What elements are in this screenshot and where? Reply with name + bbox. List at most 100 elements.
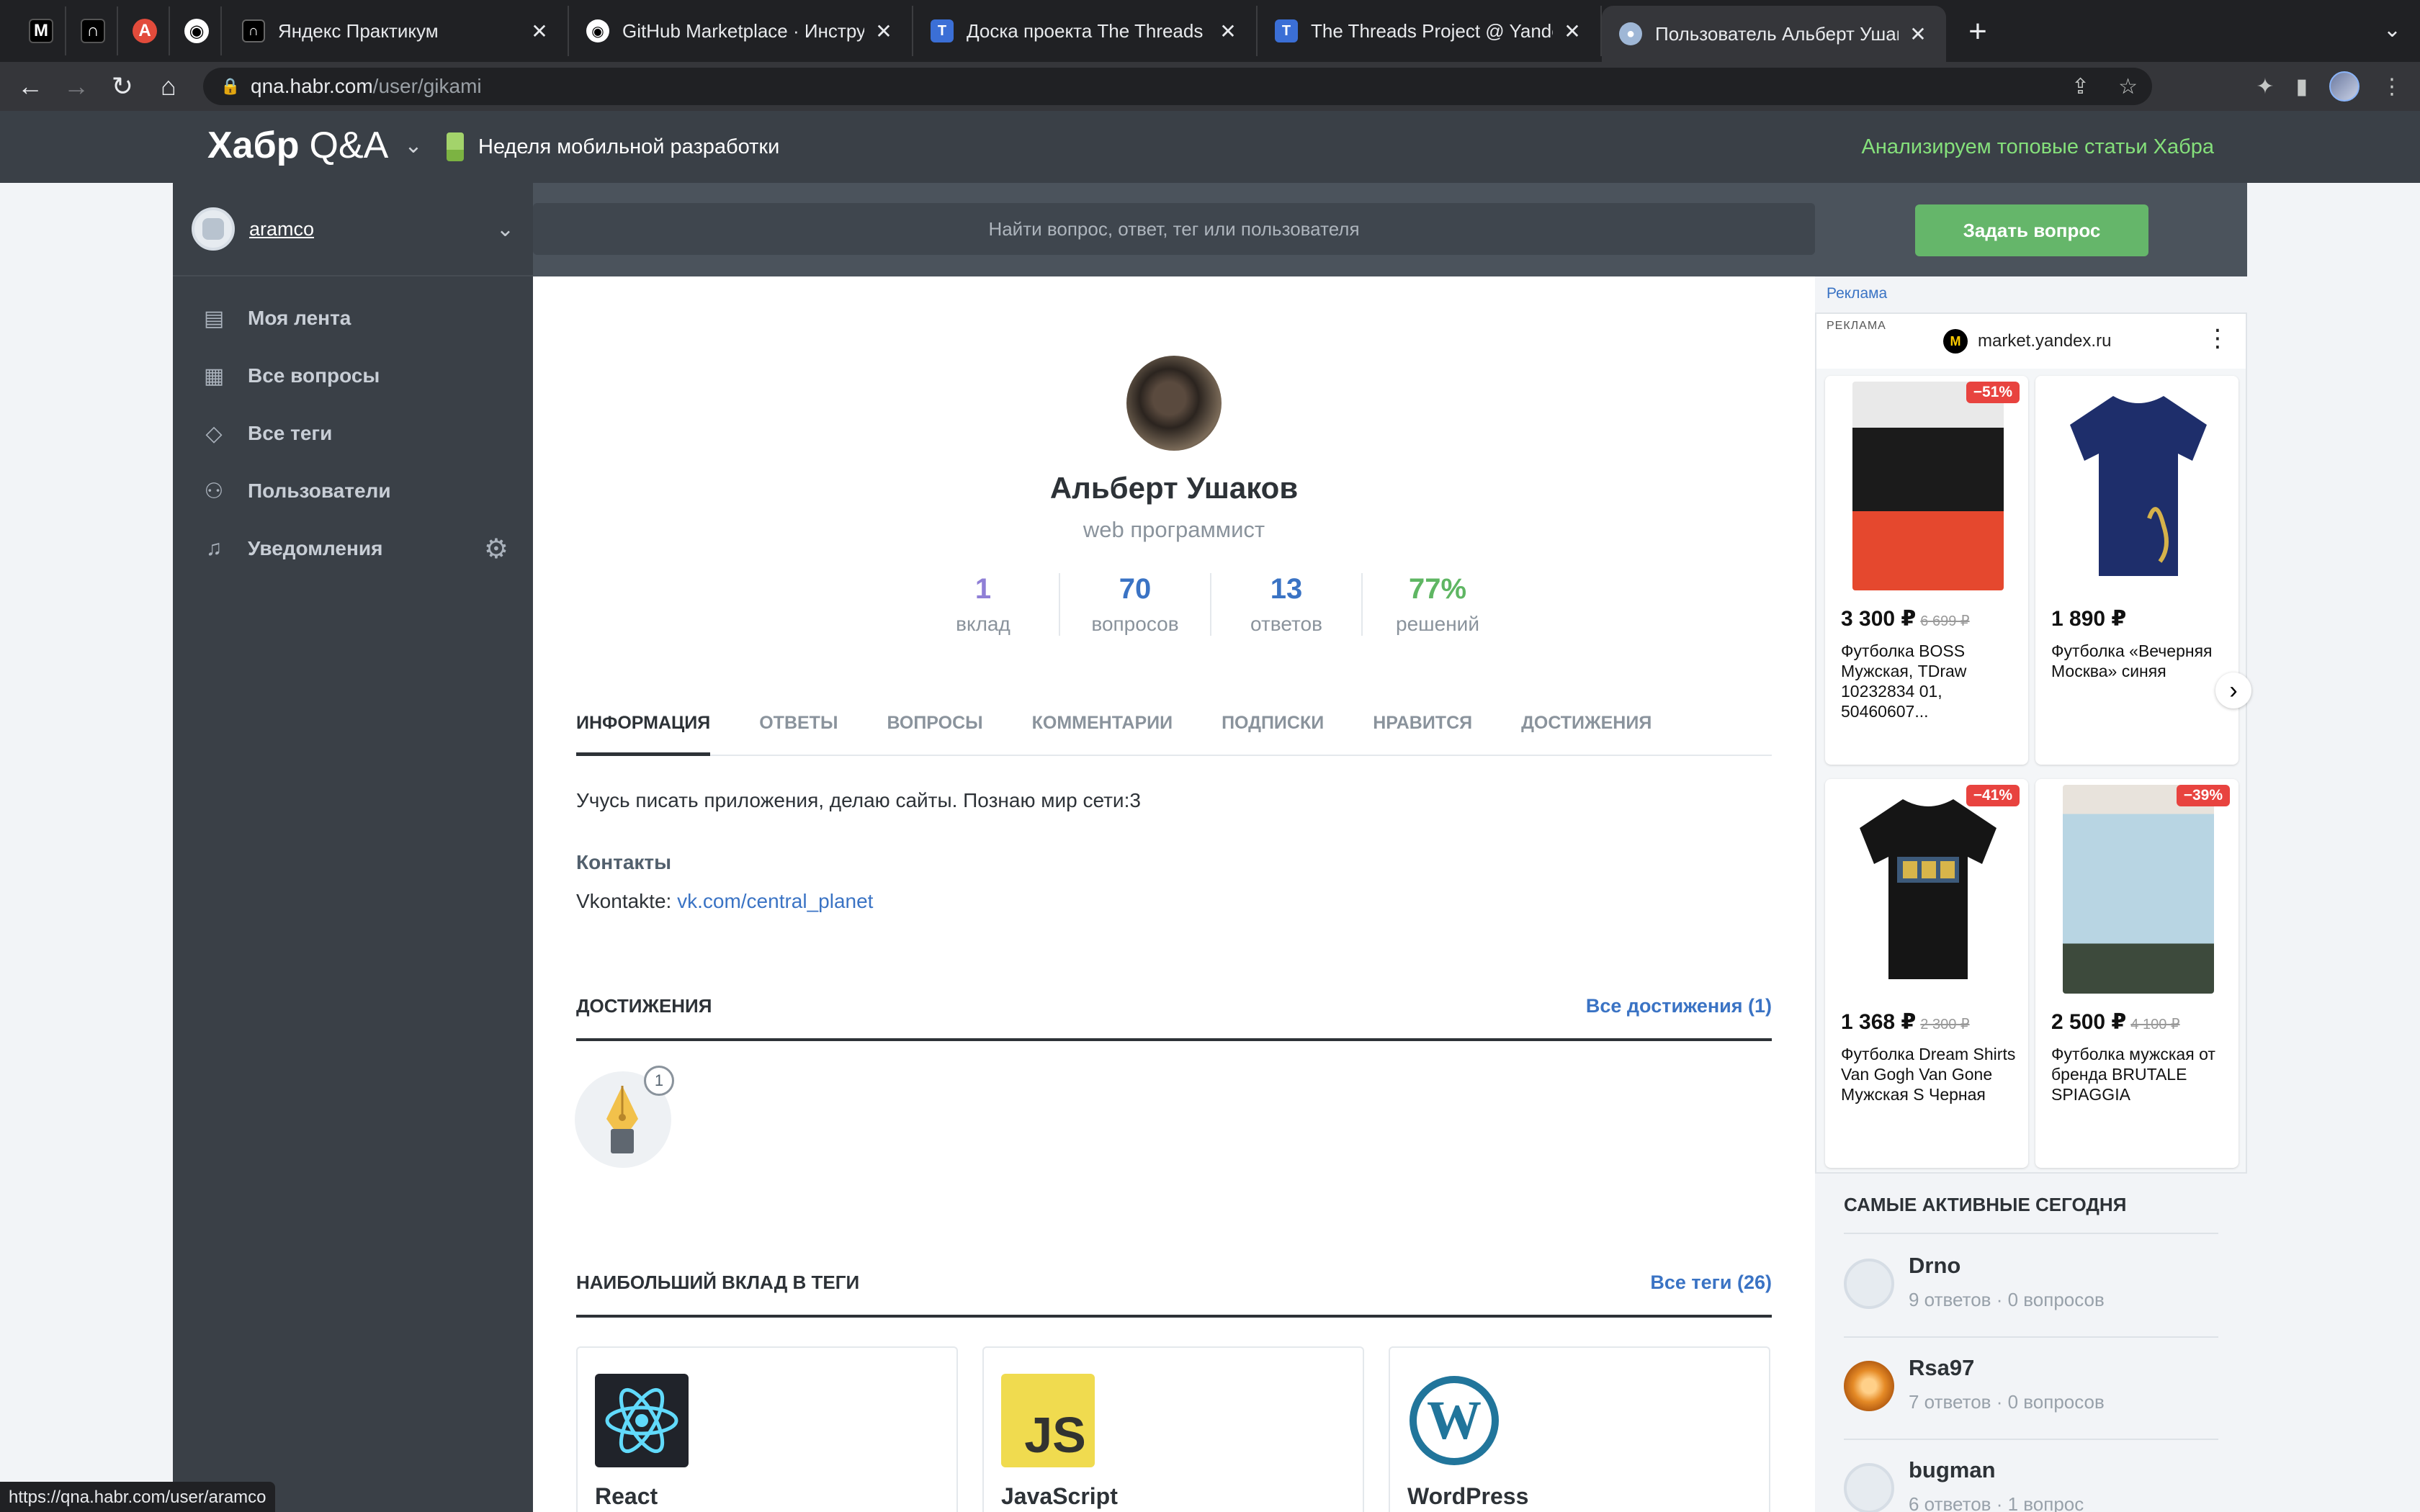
sidebar-item-label: Пользователи	[248, 480, 391, 502]
tab-answers[interactable]: ОТВЕТЫ	[759, 708, 838, 756]
bookmark-star-icon[interactable]: ☆	[2118, 74, 2138, 99]
promo-link[interactable]: Неделя мобильной разработки	[447, 132, 779, 161]
ad-site[interactable]: market.yandex.ru	[1978, 331, 2111, 351]
ad-block[interactable]: РЕКЛАМА M market.yandex.ru ⋮ −51% 3 300 …	[1815, 312, 2251, 1174]
lock-icon: 🔒	[220, 77, 241, 95]
url-path: /user/gikami	[372, 75, 482, 97]
avatar[interactable]	[1844, 1463, 1894, 1512]
ad-product[interactable]: −39% 2 500 ₽4 100 ₽ Футболка мужская от …	[2035, 779, 2238, 1168]
ad-tag: РЕКЛАМА	[1827, 320, 1886, 332]
profile-avatar-icon[interactable]	[2329, 71, 2360, 102]
active-user[interactable]: Drno 9 ответов · 0 вопросов	[1844, 1236, 2218, 1338]
tab-likes[interactable]: НРАВИТСЯ	[1373, 708, 1472, 756]
share-icon[interactable]: ⇪	[2071, 74, 2089, 99]
practicum-icon: ∩	[242, 19, 265, 42]
sidebar-item-users[interactable]: ⚇ Пользователи	[173, 462, 533, 520]
current-username[interactable]: aramco	[249, 218, 496, 240]
tag-card[interactable]: W WordPress	[1389, 1346, 1770, 1512]
sidebar-item-notifications[interactable]: ♫ Уведомления ⚙	[173, 520, 533, 577]
pinned-tab[interactable]: M	[17, 6, 66, 55]
header-right-link[interactable]: Анализируем топовые статьи Хабра	[1862, 135, 2215, 159]
search-input[interactable]: Найти вопрос, ответ, тег или пользовател…	[533, 203, 1815, 255]
ad-product[interactable]: 1 890 ₽ Футболка «Вечерняя Москва» синяя	[2035, 376, 2238, 765]
price-current: 3 300 ₽	[1841, 607, 1917, 631]
threads-icon: T	[1275, 19, 1298, 42]
chevron-down-icon[interactable]: ⌄	[496, 217, 514, 242]
stat-contribution[interactable]: 1 вклад	[908, 573, 1059, 636]
product-price: 3 300 ₽6 699 ₽	[1841, 606, 1970, 631]
close-icon[interactable]: ✕	[1561, 20, 1583, 42]
url-text: qna.habr.com/user/gikami	[251, 75, 482, 98]
product-price: 1 368 ₽2 300 ₽	[1841, 1009, 1970, 1035]
ask-question-button[interactable]: Задать вопрос	[1915, 204, 2148, 256]
extensions-icon[interactable]: ✦	[2256, 74, 2274, 99]
ad-product[interactable]: −51% 3 300 ₽6 699 ₽ Футболка BOSS Мужска…	[1825, 376, 2028, 765]
tag-name: WordPress	[1407, 1483, 1529, 1509]
browser-tab[interactable]: ◉ GitHub Marketplace · Инструм ✕	[569, 6, 913, 56]
sidebar-item-feed[interactable]: ▤ Моя лента	[173, 289, 533, 347]
forward-icon[interactable]: →	[53, 63, 99, 109]
new-tab-button[interactable]: +	[1956, 10, 1999, 53]
avatar[interactable]	[192, 207, 235, 251]
active-user-name[interactable]: bugman	[1909, 1457, 1996, 1483]
more-options-icon[interactable]: ⋮	[2205, 324, 2230, 353]
price-current: 1 368 ₽	[1841, 1010, 1917, 1034]
back-icon[interactable]: ←	[7, 63, 53, 109]
chevron-down-icon[interactable]: ⌄	[404, 133, 422, 158]
close-icon[interactable]: ✕	[529, 20, 550, 42]
pinned-tab[interactable]: ∩	[69, 6, 118, 55]
browser-tab[interactable]: T The Threads Project @ Yandex ✕	[1258, 6, 1602, 56]
top-tags-list: React JS JavaScript W WordPress	[576, 1346, 1772, 1512]
tab-subscriptions[interactable]: ПОДПИСКИ	[1222, 708, 1324, 756]
browser-tab[interactable]: ∩ Яндекс Практикум ✕	[225, 6, 569, 56]
tab-search-icon[interactable]: ⌄	[2383, 17, 2401, 42]
active-user[interactable]: Rsa97 7 ответов · 0 вопросов	[1844, 1338, 2218, 1440]
price-old: 2 300 ₽	[1920, 1017, 1970, 1032]
close-icon[interactable]: ✕	[873, 20, 895, 42]
price-current: 2 500 ₽	[2051, 1010, 2127, 1034]
stat-solutions[interactable]: 77% решений	[1361, 573, 1512, 636]
stat-questions[interactable]: 70 вопросов	[1059, 573, 1210, 636]
browser-tab[interactable]: T Доска проекта The Threads P ✕	[913, 6, 1258, 56]
contact-link[interactable]: vk.com/central_planet	[677, 890, 873, 912]
tag-name: JavaScript	[1001, 1483, 1118, 1509]
gear-icon[interactable]: ⚙	[484, 533, 508, 565]
home-icon[interactable]: ⌂	[145, 63, 192, 109]
react-icon	[595, 1374, 689, 1467]
avatar[interactable]	[1844, 1361, 1894, 1411]
product-name: Футболка «Вечерняя Москва» синяя	[2051, 642, 2213, 680]
browser-tab-active[interactable]: ● Пользователь Альберт Ушако ✕	[1602, 6, 1946, 62]
active-user[interactable]: bugman 6 ответов · 1 вопрос	[1844, 1440, 2218, 1512]
stat-answers[interactable]: 13 ответов	[1210, 573, 1361, 636]
avatar[interactable]	[1844, 1259, 1894, 1309]
pinned-tab[interactable]: ◉	[173, 6, 222, 55]
tag-card[interactable]: JS JavaScript	[982, 1346, 1364, 1512]
sidebar-item-questions[interactable]: ▦ Все вопросы	[173, 347, 533, 405]
site-logo[interactable]: Хабр Q&A ⌄	[207, 124, 422, 167]
active-user-name[interactable]: Drno	[1909, 1253, 1960, 1279]
chevron-right-icon[interactable]: ›	[2215, 672, 2251, 708]
close-icon[interactable]: ✕	[1217, 20, 1239, 42]
tab-comments[interactable]: КОММЕНТАРИИ	[1032, 708, 1173, 756]
tab-questions[interactable]: ВОПРОСЫ	[887, 708, 982, 756]
tab-info[interactable]: ИНФОРМАЦИЯ	[576, 708, 711, 756]
address-bar[interactable]: 🔒 qna.habr.com/user/gikami ⇪ ☆	[203, 68, 2152, 105]
tab-achievements[interactable]: ДОСТИЖЕНИЯ	[1521, 708, 1652, 756]
pinned-tab[interactable]: A	[121, 6, 170, 55]
profile-main: Альберт Ушаков web программист 1 вклад 7…	[533, 276, 1815, 1512]
all-achievements-link[interactable]: Все достижения (1)	[1586, 995, 1772, 1017]
all-tags-link[interactable]: Все теги (26)	[1650, 1272, 1772, 1294]
active-user-name[interactable]: Rsa97	[1909, 1355, 1974, 1381]
current-user[interactable]: aramco ⌄	[173, 183, 533, 276]
close-icon[interactable]: ✕	[1907, 23, 1929, 45]
feed-icon: ▤	[203, 306, 225, 330]
more-menu-icon[interactable]: ⋮	[2381, 74, 2403, 99]
side-panel-icon[interactable]: ▮	[2295, 74, 2308, 99]
ad-product[interactable]: −41% 1 368 ₽2 300 ₽ Футболка Dream Shirt…	[1825, 779, 2028, 1168]
tag-card[interactable]: React	[576, 1346, 958, 1512]
profile-avatar	[1126, 356, 1222, 451]
reload-icon[interactable]: ↻	[99, 63, 145, 109]
active-user-meta: 9 ответов · 0 вопросов	[1909, 1289, 2105, 1310]
threads-icon: T	[931, 19, 954, 42]
sidebar-item-tags[interactable]: ◇ Все теги	[173, 405, 533, 462]
